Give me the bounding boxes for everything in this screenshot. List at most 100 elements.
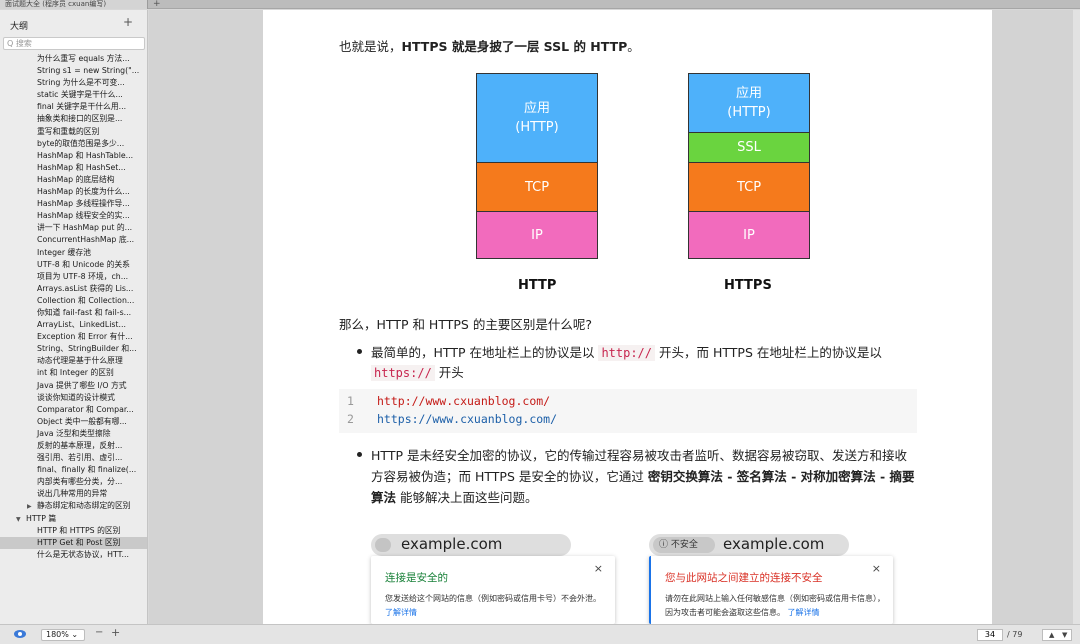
outline-item[interactable]: String、StringBuilder 和... [0,343,147,355]
outline-item[interactable]: 强引用、若引用、虚引... [0,452,147,464]
outline-item[interactable]: ConcurrentHashMap 底... [0,234,147,246]
outline-item[interactable]: HTTP 和 HTTPS 的区别 [0,525,147,537]
current-page-input[interactable]: 34 [977,629,1003,641]
outline-item[interactable]: ▼ HTTP 篇 [0,513,147,525]
outline-item-label: HTTP 篇 [26,513,57,523]
outline-item[interactable]: Collection 和 Collection... [0,295,147,307]
zoom-out-button[interactable]: − [95,627,103,638]
outline-item[interactable]: HTTP Get 和 Post 区别 [0,536,147,549]
https-stack-diagram: 应用 (HTTP) SSL TCP IP [688,73,810,259]
outline-item[interactable]: 抽象类和接口的区别是... [0,113,147,125]
outline-add-button[interactable]: + [123,15,133,29]
outline-item-label: Object 类中一般都有哪... [37,416,127,426]
outline-item[interactable]: 谈谈你知道的设计模式 [0,392,147,404]
outline-item[interactable]: final 关键字是干什么用... [0,101,147,113]
collapse-icon[interactable]: ▼ [16,514,26,525]
outline-item[interactable]: HashMap 和 HashSet... [0,162,147,174]
not-secure-badge: ⓘ 不安全 [653,537,715,553]
expand-icon[interactable]: ▶ [27,501,37,512]
outline-item-label: 你知道 fail-fast 和 fail-s... [37,307,132,317]
outline-item[interactable]: HashMap 多线程操作导... [0,198,147,210]
insecure-connection-example: ⓘ 不安全 example.com 您与此网站之间建立的连接不安全 × 请勿在此… [649,534,893,624]
outline-item-label: String 为什么是不可变... [37,78,125,88]
outline-item[interactable]: Integer 缓存池 [0,247,147,259]
outline-item[interactable]: 内部类有哪些分类，分... [0,476,147,488]
code-http-url: http://www.cxuanblog.com/ [377,394,551,408]
outline-item[interactable]: 什么是无状态协议，HTT... [0,549,147,561]
outline-item[interactable]: HashMap 线程安全的实... [0,210,147,222]
vertical-scrollbar[interactable] [1073,10,1080,624]
outline-item[interactable]: ArrayList、LinkedList... [0,319,147,331]
outline-item[interactable]: UTF-8 和 Unicode 的关系 [0,259,147,271]
bullet-dot [357,349,362,354]
outline-item[interactable]: Exception 和 Error 有什... [0,331,147,343]
outline-item[interactable]: static 关键字是干什么... [0,89,147,101]
eye-icon[interactable] [14,630,26,638]
secure-title: 连接是安全的 [385,572,448,584]
outline-item-label: 动态代理是基于什么原理 [37,356,123,366]
outline-item[interactable]: byte的取值范围是多少... [0,138,147,150]
outline-item-label: 重写和重载的区别 [37,126,100,136]
outline-item-label: 谈谈你知道的设计模式 [37,392,115,402]
outline-item[interactable]: 讲一下 HashMap put 的... [0,222,147,234]
outline-item[interactable]: HashMap 的长度为什么... [0,186,147,198]
secure-url: example.com [401,535,503,553]
outline-item-label: Comparator 和 Compar... [37,404,134,414]
code-block: 1 http://www.cxuanblog.com/ 2 https://ww… [339,389,917,433]
lock-icon [375,538,391,552]
outline-item[interactable]: 为什么重写 equals 方法... [0,53,147,65]
total-pages: / 79 [1007,630,1023,639]
outline-item-label: Java 提供了哪些 I/O 方式 [37,380,127,390]
secure-info-panel: 连接是安全的 × 您发送给这个网站的信息（例如密码或信用卡号）不会外泄。 了解详… [371,556,615,624]
zoom-in-button[interactable]: + [111,626,120,639]
outline-item[interactable]: final、finally 和 finalize(... [0,464,147,476]
new-tab-button[interactable]: + [153,0,161,9]
outline-item[interactable]: HashMap 和 HashTable... [0,150,147,162]
bullet1-line1: 最简单的，HTTP 在地址栏上的协议是以 http:// 开头，而 HTTPS … [371,345,882,361]
insecure-info-panel: 您与此网站之间建立的连接不安全 × 请勿在此网站上输入任何敏感信息（例如密码或信… [649,556,893,624]
line-number: 2 [347,412,354,426]
intro-sentence: 也就是说，HTTPS 就是身披了一层 SSL 的 HTTP。 [339,39,640,54]
outline-item[interactable]: Java 泛型和类型擦除 [0,428,147,440]
outline-item-label: HashMap 和 HashSet... [37,162,126,172]
code-https-url: https://www.cxuanblog.com/ [377,412,558,426]
document-tab[interactable]: 面试题大全 (程序员 cxuan编写) [0,0,148,9]
outline-item-label: final、finally 和 finalize(... [37,465,137,475]
outline-item-label: HTTP 和 HTTPS 的区别 [37,525,121,535]
outline-search-input[interactable]: Q 搜索 [3,37,145,50]
question-text: 那么，HTTP 和 HTTPS 的主要区别是什么呢? [339,317,592,332]
outline-item-label: static 关键字是干什么... [37,90,123,100]
tab-bar: 面试题大全 (程序员 cxuan编写) + [0,0,1080,9]
https-tcp-layer: TCP [689,163,809,212]
outline-item[interactable]: Object 类中一般都有哪... [0,416,147,428]
outline-item-label: ArrayList、LinkedList... [37,320,126,330]
outline-item[interactable]: HashMap 的底层结构 [0,174,147,186]
outline-item[interactable]: Java 提供了哪些 I/O 方式 [0,380,147,392]
outline-item[interactable]: 动态代理是基于什么原理 [0,355,147,367]
outline-item[interactable]: Comparator 和 Compar... [0,404,147,416]
outline-item[interactable]: String 为什么是不可变... [0,77,147,89]
outline-item[interactable]: 反射的基本原理，反射... [0,440,147,452]
outline-item-label: Arrays.asList 获得的 Lis... [37,283,134,293]
http-stack-diagram: 应用 (HTTP) TCP IP [476,73,598,259]
https-diagram-label: HTTPS [724,278,772,293]
insecure-title: 您与此网站之间建立的连接不安全 [665,572,823,584]
outline-item-label: Integer 缓存池 [37,247,91,257]
outline-item[interactable]: 说出几种常用的异常 [0,488,147,500]
outline-item[interactable]: String s1 = new String("... [0,65,147,77]
close-icon: × [593,562,603,575]
insecure-address-bar: ⓘ 不安全 example.com [649,534,849,556]
previous-page-button[interactable]: ▲ [1049,630,1054,640]
insecure-url: example.com [723,535,825,553]
http-app-layer: 应用 (HTTP) [477,74,597,163]
next-page-button[interactable]: ▼ [1062,630,1067,640]
outline-item[interactable]: 重写和重载的区别 [0,126,147,138]
outline-item[interactable]: 你知道 fail-fast 和 fail-s... [0,307,147,319]
outline-item[interactable]: int 和 Integer 的区别 [0,367,147,379]
zoom-select[interactable]: 180% ⌄ [41,629,85,641]
outline-item[interactable]: Arrays.asList 获得的 Lis... [0,283,147,295]
outline-item[interactable]: 项目为 UTF-8 环境，ch... [0,271,147,283]
insecure-body: 请勿在此网站上输入任何敏感信息（例如密码或信用卡信息），因为攻击者可能会盗取这些… [665,594,885,617]
outline-item[interactable]: ▶ 静态绑定和动态绑定的区别 [0,500,147,512]
secure-address-bar: example.com [371,534,571,556]
